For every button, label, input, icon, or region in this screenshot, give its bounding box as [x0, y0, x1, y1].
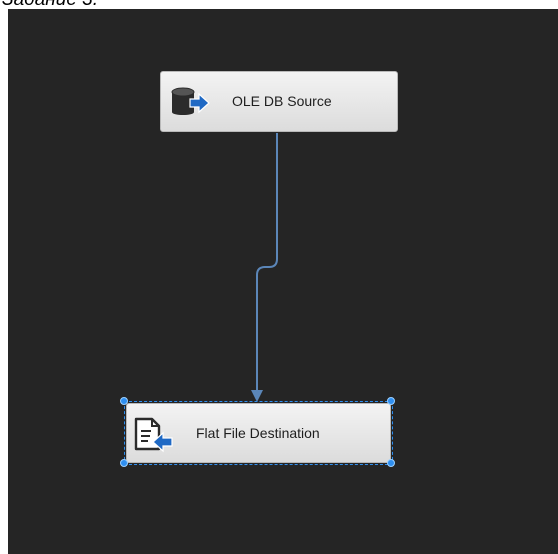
database-source-icon	[171, 87, 210, 115]
flat-file-destination-component[interactable]: Flat File Destination	[126, 403, 391, 463]
resize-handle-bottom-left[interactable]	[120, 459, 128, 467]
screenshot: Задание 3. OLE DB Source	[0, 0, 558, 554]
component-label: OLE DB Source	[232, 93, 332, 109]
ole-db-source-component[interactable]: OLE DB Source	[160, 71, 398, 132]
path-arrowhead-icon	[251, 390, 263, 402]
component-label: Flat File Destination	[196, 425, 320, 441]
flat-file-destination-icon	[134, 417, 173, 453]
task-caption: Задание 3.	[2, 0, 98, 9]
resize-handle-bottom-right[interactable]	[387, 459, 395, 467]
resize-handle-top-right[interactable]	[387, 397, 395, 405]
data-flow-canvas[interactable]: OLE DB Source Flat File Destination	[8, 9, 558, 554]
resize-handle-top-left[interactable]	[120, 397, 128, 405]
